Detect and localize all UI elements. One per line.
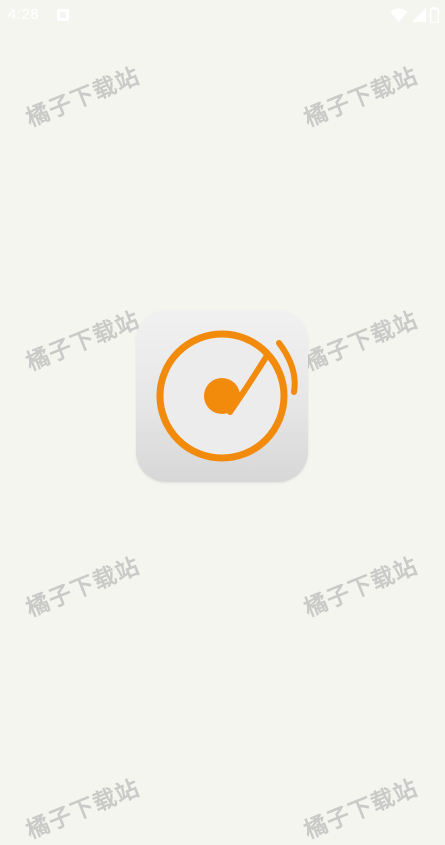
app-logo [136, 310, 308, 482]
status-bar: 4:28 [0, 0, 445, 30]
watermark-text: 橘子下载站 [300, 553, 422, 623]
signal-icon [412, 8, 426, 22]
watermark-text: 橘子下载站 [300, 307, 422, 377]
wifi-icon [390, 8, 408, 22]
watermark-text: 橘子下载站 [22, 553, 144, 623]
watermark-text: 橘子下载站 [22, 775, 144, 845]
watermark-text: 橘子下载站 [300, 775, 422, 845]
battery-icon [430, 7, 439, 23]
watermark-text: 橘子下载站 [22, 63, 144, 133]
watermark-text: 橘子下载站 [22, 307, 144, 377]
watermark-text: 橘子下载站 [300, 63, 422, 133]
status-icons [390, 6, 439, 24]
notification-icon [57, 9, 69, 21]
music-disc-icon [156, 330, 298, 462]
status-time: 4:28 [8, 6, 40, 23]
